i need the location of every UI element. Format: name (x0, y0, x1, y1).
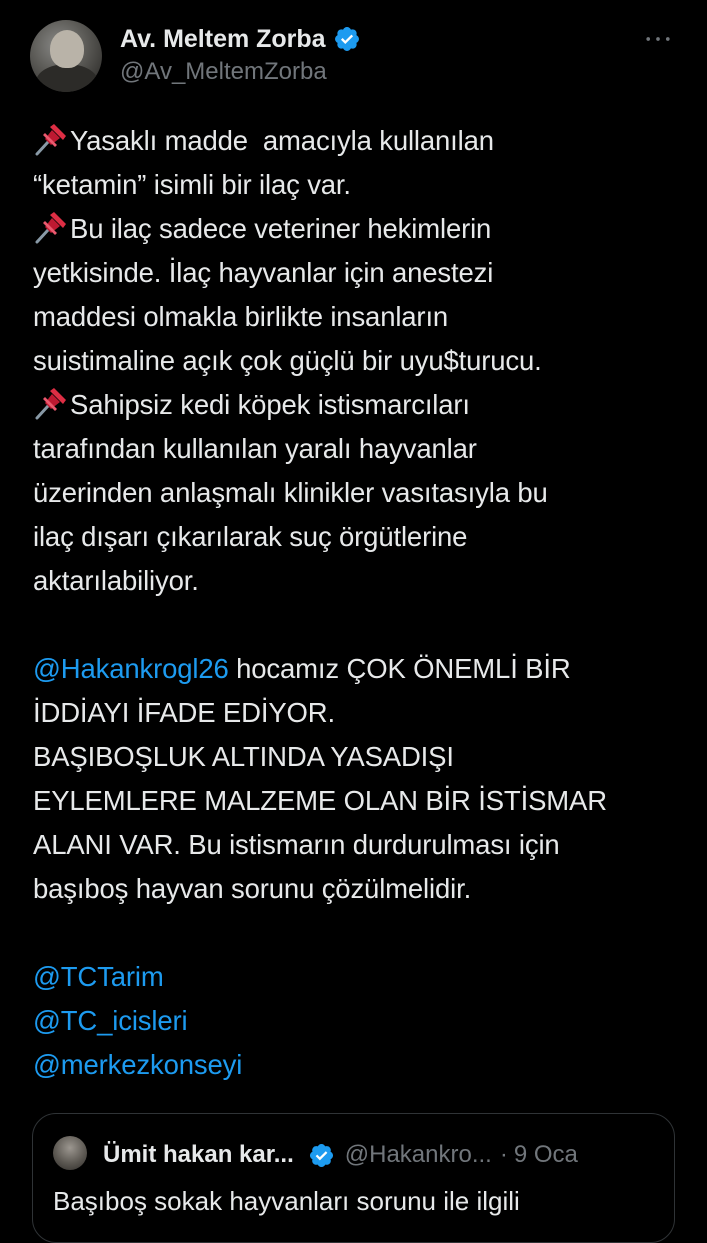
claim-line: ALANI VAR. Bu istismarın durdurulması iç… (33, 829, 560, 860)
avatar-shoulders (36, 64, 98, 92)
author-handle[interactable]: @Av_MeltemZorba (120, 58, 327, 86)
tweet-line-text: aktarılabiliyor. (33, 565, 199, 596)
tweet-line-text: Bu ilaç sadece veteriner hekimlerin (70, 213, 492, 244)
author-name-row: Av. Meltem Zorba (120, 22, 361, 56)
tweet-line-text: yetkisinde. İlaç hayvanlar için anestezi (33, 257, 494, 288)
tweet-line: yetkisinde. İlaç hayvanlar için anestezi (33, 251, 698, 295)
claim-line: BAŞIBOŞLUK ALTINDA YASADIŞI (33, 741, 454, 772)
quoted-tweet-date[interactable]: 9 Oca (514, 1141, 578, 1169)
tagged-account-link[interactable]: @TCTarim (33, 955, 698, 999)
tweet-line-text: suistimaline açık çok güçlü bir uyu$turu… (33, 345, 542, 376)
tweet-line: Bu ilaç sadece veteriner hekimlerin (33, 207, 698, 251)
tweet-line-text: Yasaklı madde amacıyla kullanılan (70, 125, 494, 156)
more-options-icon[interactable] (638, 22, 678, 56)
mention-line: @Hakankrogl26 hocamız ÇOK ÖNEMLİ BİR (33, 647, 698, 691)
quoted-author-name[interactable]: Ümit hakan kar... (103, 1141, 294, 1169)
avatar-face (50, 30, 84, 68)
claim-line: İDDİAYI İFADE EDİYOR. (33, 697, 335, 728)
claim-line: başıboş hayvan sorunu çözülmelidir. (33, 873, 472, 904)
separator-dot: · (499, 1141, 508, 1168)
claim-line: EYLEMLERE MALZEME OLAN BİR İSTİSMAR (33, 785, 607, 816)
tweet-line-text: tarafından kullanılan yaralı hayvanlar (33, 433, 477, 464)
quoted-author-avatar[interactable] (53, 1136, 87, 1170)
mention-line-text: hocamız ÇOK ÖNEMLİ BİR (228, 653, 571, 684)
tweet-text: Yasaklı madde amacıyla kullanılan “ketami… (33, 119, 698, 1087)
pushpin-icon (33, 209, 69, 245)
tweet-line-text: “ketamin” isimli bir ilaç var. (33, 169, 351, 200)
tweet-line: maddesi olmakla birlikte insanların (33, 295, 698, 339)
tweet-line: Sahipsiz kedi köpek istismarcıları (33, 383, 698, 427)
pushpin-icon (33, 121, 69, 157)
verified-badge-icon (333, 25, 361, 53)
tweet-line-text: üzerinden anlaşmalı klinikler vasıtasıyl… (33, 477, 548, 508)
tweet: Av. Meltem Zorba @Av_MeltemZorba Yasaklı… (0, 0, 707, 1243)
tweet-line: üzerinden anlaşmalı klinikler vasıtasıyl… (33, 471, 698, 515)
quoted-tweet-text: Başıboş sokak hayvanları sorunu ile ilgi… (53, 1186, 520, 1216)
tweet-line: tarafından kullanılan yaralı hayvanlar (33, 427, 698, 471)
tagged-account-link[interactable]: @merkezkonseyi (33, 1043, 698, 1087)
mention-link[interactable]: @Hakankrogl26 (33, 653, 229, 684)
verified-badge-icon (308, 1142, 335, 1169)
tweet-line-text: ilaç dışarı çıkarılarak suç örgütlerine (33, 521, 468, 552)
quoted-tweet-header: Ümit hakan kar... @Hakankro... · 9 Oca (103, 1139, 578, 1171)
quoted-author-handle[interactable]: @Hakankro... (345, 1141, 492, 1169)
tweet-line: “ketamin” isimli bir ilaç var. (33, 163, 698, 207)
tweet-line-text: maddesi olmakla birlikte insanların (33, 301, 449, 332)
quoted-tweet-card[interactable]: Ümit hakan kar... @Hakankro... · 9 Oca B… (32, 1113, 675, 1243)
tweet-line: aktarılabiliyor. (33, 559, 698, 603)
tweet-line: Yasaklı madde amacıyla kullanılan (33, 119, 698, 163)
tweet-line: ilaç dışarı çıkarılarak suç örgütlerine (33, 515, 698, 559)
tagged-account-link[interactable]: @TC_icisleri (33, 999, 698, 1043)
pushpin-icon (33, 385, 69, 421)
tweet-paragraph-1: Yasaklı madde amacıyla kullanılan “ketami… (33, 119, 698, 603)
tweet-line-text: Sahipsiz kedi köpek istismarcıları (70, 389, 470, 420)
author-display-name[interactable]: Av. Meltem Zorba (120, 25, 326, 54)
author-avatar[interactable] (30, 20, 102, 92)
tweet-line: suistimaline açık çok güçlü bir uyu$turu… (33, 339, 698, 383)
